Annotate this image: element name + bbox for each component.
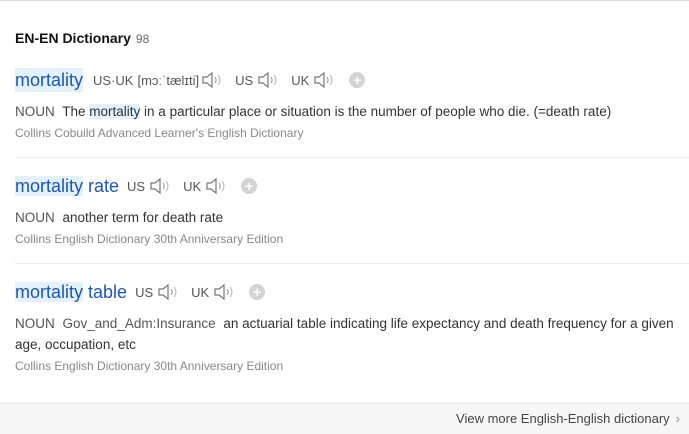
entry-mortality-rate: mortality rate US UK + NOUN another term… (15, 173, 689, 264)
pron-label: US·UK (93, 72, 134, 88)
part-of-speech: NOUN (15, 316, 55, 331)
dictionary-title: EN-EN Dictionary (15, 30, 131, 46)
chevron-right-icon: › (675, 411, 680, 426)
definition-text-post: in a particular place or situation is th… (140, 104, 612, 119)
footer-bar: View more English-English dictionary › (0, 403, 689, 434)
pronunciation-uk: UK (191, 283, 239, 301)
plus-circle-icon[interactable]: + (249, 284, 266, 300)
entry-mortality: mortality US·UK [mɔːˈtælɪti] US UK + NOU… (15, 67, 689, 158)
source-dictionary: Collins English Dictionary 30th Annivers… (15, 232, 284, 246)
source-dictionary: Collins Cobuild Advanced Learner's Engli… (15, 126, 304, 140)
us-label: US (127, 178, 146, 194)
definition: NOUN The mortality in a particular place… (15, 101, 675, 122)
part-of-speech: NOUN (15, 104, 55, 119)
plus-circle-icon[interactable]: + (349, 72, 366, 88)
pronunciation-uk: UK (183, 177, 231, 195)
phonetic: [mɔːˈtælɪti] (137, 72, 200, 88)
dictionary-header: EN-EN Dictionary 98 (15, 30, 149, 46)
us-label: US (135, 284, 154, 300)
speaker-icon[interactable] (257, 71, 283, 89)
dictionary-panel: EN-EN Dictionary 98 mortality US·UK [mɔː… (0, 0, 689, 434)
view-more-label: View more English-English dictionary (456, 411, 670, 426)
definition-highlight: mortality (89, 104, 141, 119)
pronunciation-us: US (135, 283, 183, 301)
part-of-speech: NOUN (15, 210, 55, 225)
definition-text-pre: The (62, 104, 90, 119)
pronunciation-usuk: US·UK [mɔːˈtælɪti] (93, 71, 227, 89)
definition-text: another term for death rate (62, 210, 224, 225)
pronunciation-us: US (235, 71, 283, 89)
speaker-icon[interactable] (313, 71, 339, 89)
uk-label: UK (183, 178, 202, 194)
uk-label: UK (191, 284, 210, 300)
us-label: US (235, 72, 254, 88)
headword-highlight: mortality (15, 176, 84, 196)
headword-rest: table (83, 282, 128, 302)
headword-highlight: mortality (15, 282, 84, 302)
speaker-icon[interactable] (149, 177, 175, 195)
speaker-icon[interactable] (213, 283, 239, 301)
speaker-icon[interactable] (205, 177, 231, 195)
headword-rest: rate (83, 176, 120, 196)
plus-circle-icon[interactable]: + (241, 178, 258, 194)
headword[interactable]: mortality rate (15, 174, 119, 198)
source-dictionary: Collins English Dictionary 30th Annivers… (15, 359, 284, 373)
entry-mortality-table: mortality table US UK + NOUN Gov_and_Adm… (15, 279, 689, 373)
headword[interactable]: mortality table (15, 280, 127, 304)
pronunciation-uk: UK (291, 71, 339, 89)
view-more-link[interactable]: View more English-English dictionary › (456, 411, 680, 426)
definition: NOUN Gov_and_Adm:Insurance an actuarial … (15, 313, 675, 355)
domain-label: Gov_and_Adm:Insurance (62, 316, 216, 331)
headword[interactable]: mortality (15, 68, 84, 92)
uk-label: UK (291, 72, 310, 88)
pronunciation-us: US (127, 177, 175, 195)
result-count: 98 (135, 32, 150, 46)
definition: NOUN another term for death rate (15, 207, 675, 228)
speaker-icon[interactable] (157, 283, 183, 301)
speaker-icon[interactable] (201, 71, 227, 89)
